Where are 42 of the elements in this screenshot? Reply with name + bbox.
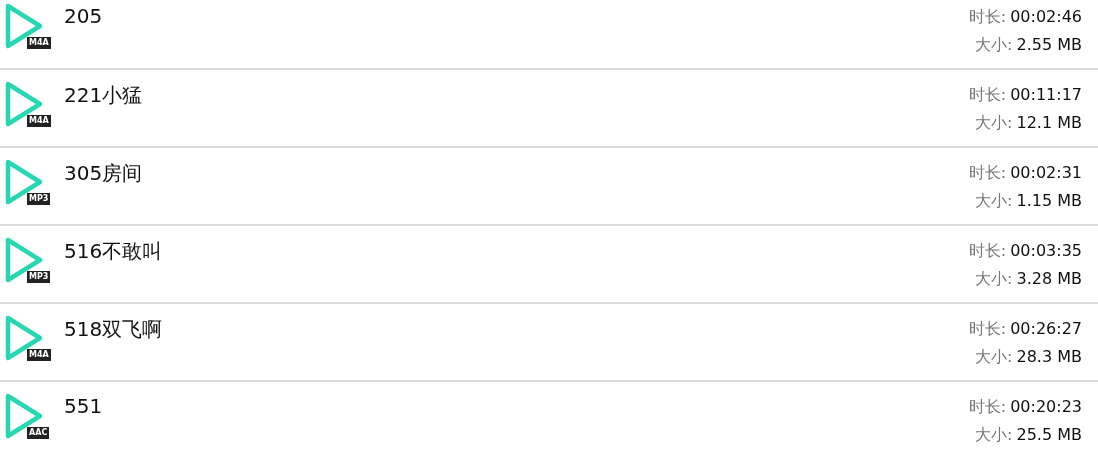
size-value: 3.28 MB <box>1016 268 1082 290</box>
duration-label: 时长: <box>968 84 1007 106</box>
format-badge: MP3 <box>27 193 51 205</box>
duration-value: 00:20:23 <box>1010 396 1082 418</box>
format-badge: MP3 <box>27 271 51 283</box>
size-value: 1.15 MB <box>1016 190 1082 212</box>
duration-value: 00:02:46 <box>1010 6 1082 28</box>
file-title: 221小猛 <box>64 82 144 109</box>
duration-value: 00:26:27 <box>1010 318 1082 340</box>
file-row[interactable]: MP3 516不敢叫 时长: 00:03:35 大小: 3.28 MB <box>0 226 1098 304</box>
size-value: 28.3 MB <box>1016 346 1082 368</box>
duration-label: 时长: <box>968 318 1007 340</box>
format-badge: AAC <box>27 427 50 439</box>
file-title: 518双飞啊 <box>64 316 164 343</box>
file-title: 305房间 <box>64 160 144 187</box>
format-badge: M4A <box>27 115 51 127</box>
file-row[interactable]: M4A 518双飞啊 时长: 00:26:27 大小: 28.3 MB <box>0 304 1098 382</box>
file-row[interactable]: M4A 205 时长: 00:02:46 大小: 2.55 MB <box>0 0 1098 70</box>
file-title: 516不敢叫 <box>64 238 164 265</box>
size-value: 12.1 MB <box>1016 112 1082 134</box>
size-label: 大小: <box>975 34 1013 56</box>
size-label: 大小: <box>975 112 1013 134</box>
file-row[interactable]: AAC 551 时长: 00:20:23 大小: 25.5 MB <box>0 382 1098 456</box>
file-row[interactable]: M4A 221小猛 时长: 00:11:17 大小: 12.1 MB <box>0 70 1098 148</box>
duration-value: 00:03:35 <box>1010 240 1082 262</box>
duration-label: 时长: <box>968 162 1007 184</box>
size-value: 25.5 MB <box>1016 424 1082 446</box>
size-label: 大小: <box>975 346 1013 368</box>
file-title: 205 <box>64 4 104 28</box>
duration-value: 00:02:31 <box>1010 162 1082 184</box>
file-title: 551 <box>64 394 104 418</box>
duration-label: 时长: <box>968 240 1007 262</box>
duration-label: 时长: <box>968 6 1007 28</box>
size-label: 大小: <box>975 190 1013 212</box>
duration-label: 时长: <box>968 396 1007 418</box>
format-badge: M4A <box>27 37 51 49</box>
size-label: 大小: <box>975 424 1013 446</box>
size-label: 大小: <box>975 268 1013 290</box>
format-badge: M4A <box>27 349 51 361</box>
file-row[interactable]: MP3 305房间 时长: 00:02:31 大小: 1.15 MB <box>0 148 1098 226</box>
size-value: 2.55 MB <box>1016 34 1082 56</box>
duration-value: 00:11:17 <box>1010 84 1082 106</box>
